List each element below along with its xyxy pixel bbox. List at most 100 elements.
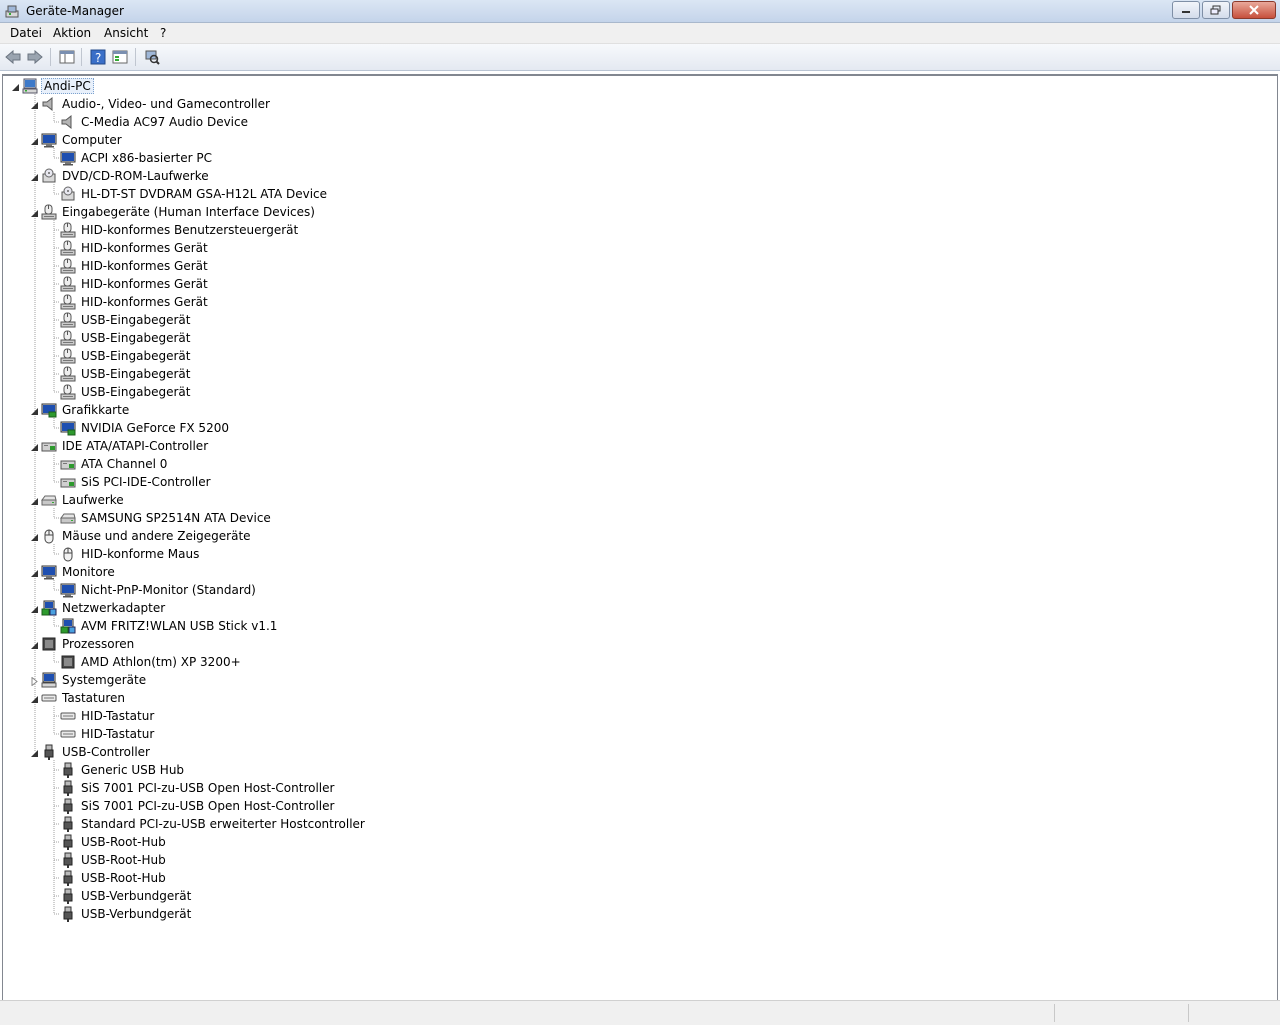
menu-aktion[interactable]: Aktion: [53, 26, 91, 40]
tree-category[interactable]: Audio-, Video- und Gamecontroller: [41, 95, 272, 113]
tree-device-label: ATA Channel 0: [81, 457, 168, 471]
hid-icon: [60, 240, 76, 256]
tree-device[interactable]: USB-Root-Hub: [60, 869, 168, 887]
tree-device[interactable]: HID-konformes Gerät: [60, 275, 210, 293]
tree-device[interactable]: Generic USB Hub: [60, 761, 186, 779]
tree-device[interactable]: SiS 7001 PCI-zu-USB Open Host-Controller: [60, 797, 336, 815]
collapse-triangle-icon[interactable]: [30, 531, 39, 541]
tree-category[interactable]: DVD/CD-ROM-Laufwerke: [41, 167, 211, 185]
tree-category[interactable]: Laufwerke: [41, 491, 126, 509]
collapse-triangle-icon[interactable]: [30, 495, 39, 505]
disk-drive-icon: [60, 513, 76, 524]
tree-device[interactable]: USB-Eingabegerät: [60, 329, 192, 347]
collapse-triangle-icon[interactable]: [30, 405, 39, 415]
optical-drive-icon: [42, 168, 56, 183]
help-button[interactable]: ?: [89, 48, 107, 66]
properties-button[interactable]: [111, 48, 129, 66]
tree-device[interactable]: USB-Verbundgerät: [60, 905, 193, 923]
forward-button[interactable]: [26, 48, 44, 66]
tree-device-label: SAMSUNG SP2514N ATA Device: [81, 511, 271, 525]
tree-device[interactable]: USB-Eingabegerät: [60, 347, 192, 365]
tree-device[interactable]: HID-konformes Gerät: [60, 257, 210, 275]
tree-device[interactable]: HID-konforme Maus: [60, 545, 201, 563]
tree-category[interactable]: Systemgeräte: [41, 671, 148, 689]
tree-category[interactable]: IDE ATA/ATAPI-Controller: [41, 437, 210, 455]
tree-device-label: HID-Tastatur: [81, 709, 155, 723]
tree-device[interactable]: USB-Root-Hub: [60, 851, 168, 869]
close-button[interactable]: [1232, 1, 1276, 19]
tree-device-label: SiS 7001 PCI-zu-USB Open Host-Controller: [81, 781, 335, 795]
tree-device[interactable]: C-Media AC97 Audio Device: [60, 113, 250, 131]
system-device-icon: [41, 672, 57, 688]
menu-datei[interactable]: Datei: [10, 26, 42, 40]
collapse-triangle-icon[interactable]: [30, 207, 39, 217]
hid-icon: [41, 204, 57, 220]
show-hide-console-tree-button[interactable]: [58, 48, 76, 66]
close-icon: [1249, 5, 1259, 15]
tree-device[interactable]: USB-Eingabegerät: [60, 311, 192, 329]
device-tree[interactable]: Andi-PC Audio-, Video- und Gamecontroller…: [2, 74, 1278, 1001]
tree-device[interactable]: AVM FRITZ!WLAN USB Stick v1.1: [60, 617, 279, 635]
collapse-triangle-icon[interactable]: [30, 99, 39, 109]
keyboard-icon: [60, 730, 76, 738]
tree-device[interactable]: SAMSUNG SP2514N ATA Device: [60, 509, 273, 527]
collapse-triangle-icon[interactable]: [30, 747, 39, 757]
tree-root-andi-pc[interactable]: Andi-PC: [22, 77, 94, 95]
tree-category[interactable]: Tastaturen: [41, 689, 127, 707]
keyboard-icon: [41, 694, 57, 702]
collapse-triangle-icon[interactable]: [30, 135, 39, 145]
tree-category[interactable]: USB-Controller: [41, 743, 152, 761]
tree-category[interactable]: Prozessoren: [41, 635, 136, 653]
tree-device[interactable]: SiS PCI-IDE-Controller: [60, 473, 213, 491]
tree-device[interactable]: HID-konformes Benutzersteuergerät: [60, 221, 300, 239]
tree-category[interactable]: Mäuse und andere Zeigegeräte: [41, 527, 253, 545]
tree-device[interactable]: USB-Eingabegerät: [60, 383, 192, 401]
tree-device[interactable]: USB-Eingabegerät: [60, 365, 192, 383]
tree-category-label: Prozessoren: [62, 637, 135, 651]
tree-device-label: USB-Eingabegerät: [81, 367, 191, 381]
tree-device[interactable]: USB-Verbundgerät: [60, 887, 193, 905]
expand-triangle-icon[interactable]: [30, 675, 39, 687]
back-button[interactable]: [4, 48, 22, 66]
tree-device[interactable]: HID-Tastatur: [60, 707, 156, 725]
tree-device[interactable]: AMD Athlon(tm) XP 3200+: [60, 653, 243, 671]
tree-device[interactable]: SiS 7001 PCI-zu-USB Open Host-Controller: [60, 779, 336, 797]
menu-help[interactable]: ?: [160, 26, 166, 40]
collapse-triangle-icon[interactable]: [30, 693, 39, 703]
collapse-triangle-icon[interactable]: [11, 81, 20, 91]
device-manager-icon: [5, 5, 19, 18]
tree-category[interactable]: Computer: [41, 131, 124, 149]
monitor-icon: [60, 151, 76, 166]
speaker-icon: [61, 114, 72, 130]
restore-button[interactable]: [1202, 1, 1230, 19]
tree-device[interactable]: USB-Root-Hub: [60, 833, 168, 851]
collapse-triangle-icon[interactable]: [30, 639, 39, 649]
tree-device[interactable]: ATA Channel 0: [60, 455, 169, 473]
tree-device[interactable]: HL-DT-ST DVDRAM GSA-H12L ATA Device: [60, 185, 329, 203]
tree-category-label: DVD/CD-ROM-Laufwerke: [62, 169, 209, 183]
collapse-triangle-icon[interactable]: [30, 567, 39, 577]
tree-device-label: USB-Eingabegerät: [81, 385, 191, 399]
tree-category[interactable]: Monitore: [41, 563, 117, 581]
tree-category[interactable]: Netzwerkadapter: [41, 599, 167, 617]
tree-category[interactable]: Eingabegeräte (Human Interface Devices): [41, 203, 317, 221]
tree-device[interactable]: HID-konformes Gerät: [60, 293, 210, 311]
tree-device-label: USB-Verbundgerät: [81, 907, 192, 921]
scan-hardware-button[interactable]: [143, 48, 161, 66]
tree-device-label: USB-Root-Hub: [81, 835, 166, 849]
tree-device[interactable]: HID-Tastatur: [60, 725, 156, 743]
tree-category[interactable]: Grafikkarte: [41, 401, 131, 419]
collapse-triangle-icon[interactable]: [30, 603, 39, 613]
tree-device[interactable]: HID-konformes Gerät: [60, 239, 210, 257]
tree-device[interactable]: Standard PCI-zu-USB erweiterter Hostcont…: [60, 815, 367, 833]
tree-device[interactable]: Nicht-PnP-Monitor (Standard): [60, 581, 258, 599]
tree-device[interactable]: ACPI x86-basierter PC: [60, 149, 214, 167]
collapse-triangle-icon[interactable]: [30, 441, 39, 451]
tree-device-label: HID-konformes Gerät: [81, 295, 208, 309]
collapse-triangle-icon[interactable]: [30, 171, 39, 181]
tree-device-label: HL-DT-ST DVDRAM GSA-H12L ATA Device: [81, 187, 328, 201]
menu-ansicht[interactable]: Ansicht: [104, 26, 148, 40]
title-bar[interactable]: Geräte-Manager: [0, 0, 1280, 23]
minimize-button[interactable]: [1172, 1, 1200, 19]
tree-device[interactable]: NVIDIA GeForce FX 5200: [60, 419, 231, 437]
